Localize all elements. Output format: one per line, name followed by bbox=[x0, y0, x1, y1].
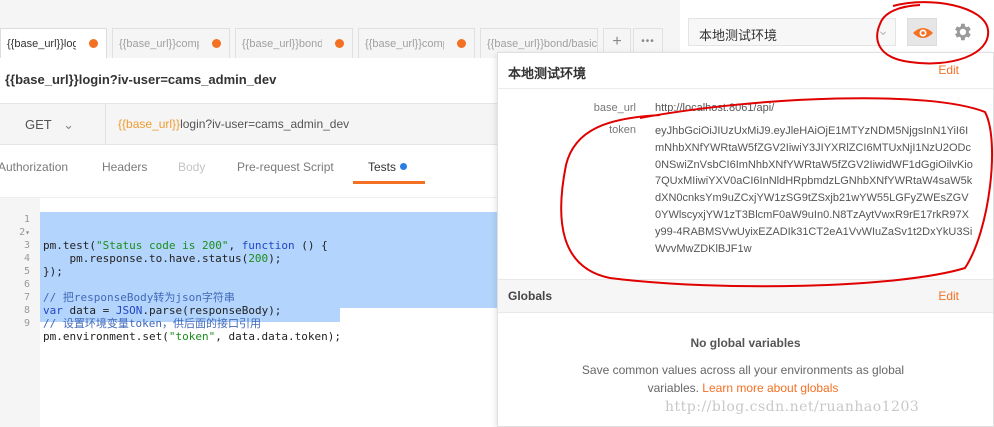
unsaved-dot-icon bbox=[212, 39, 221, 48]
chevron-down-icon: ⌄ bbox=[63, 117, 75, 132]
request-tab-label: {{base_url}}bond/basic bbox=[487, 38, 597, 50]
request-tab-label: {{base_url}}company/detail bbox=[365, 38, 444, 50]
globals-header: Globals Edit bbox=[498, 279, 993, 313]
settings-button[interactable] bbox=[949, 18, 975, 46]
tab-headers[interactable]: Headers bbox=[102, 160, 147, 174]
tests-indicator-dot-icon bbox=[400, 163, 408, 170]
code-line: 7 var data = JSON.parse(responseBody); bbox=[0, 278, 500, 317]
chevron-down-icon: ⌄ bbox=[877, 23, 889, 39]
environment-quick-look-panel: 本地测试环境 Edit base_url http://localhost:80… bbox=[497, 52, 994, 427]
unsaved-dot-icon bbox=[457, 39, 466, 48]
line-number: 9 bbox=[23, 318, 30, 329]
url-path: login?iv-user=cams_admin_dev bbox=[180, 117, 350, 131]
code-line: 6 // 把responseBody转为json字符串 bbox=[0, 265, 500, 304]
request-tab[interactable]: {{base_url}}company/list bbox=[112, 28, 230, 58]
unsaved-dot-icon bbox=[89, 39, 98, 48]
code-line: 5 bbox=[0, 252, 500, 277]
url-bar: GET ⌄ {{base_url}}login?iv-user=cams_adm… bbox=[0, 103, 500, 145]
globals-title: Globals bbox=[508, 289, 553, 303]
request-tab-bar: {{base_url}}login?iv-user=cams_admin_dev… bbox=[0, 0, 680, 58]
code-line: 9 pm.environment.set("token", data.data.… bbox=[0, 304, 500, 343]
environment-quick-look-button[interactable] bbox=[907, 18, 937, 46]
unsaved-dot-icon bbox=[335, 39, 344, 48]
request-name: {{base_url}}login?iv-user=cams_admin_dev bbox=[0, 58, 500, 103]
variable-value: http://localhost:8061/api/ bbox=[655, 102, 775, 114]
tab-tests[interactable]: Tests bbox=[368, 160, 408, 174]
tab-pre-request-script[interactable]: Pre-request Script bbox=[237, 160, 334, 174]
url-variable: {{base_url}} bbox=[118, 117, 181, 131]
request-tab-label: {{base_url}}login?iv-user=cams_admin_dev bbox=[7, 38, 76, 50]
gear-icon bbox=[955, 23, 971, 41]
variable-key: base_url bbox=[593, 102, 636, 114]
edit-environment-link[interactable]: Edit bbox=[938, 63, 959, 77]
request-tab-label: {{base_url}}bond/list bbox=[242, 38, 322, 50]
empty-globals-heading: No global variables bbox=[690, 336, 801, 350]
tests-code-editor[interactable]: 1 2▾ pm.test("Status code is 200", funct… bbox=[0, 197, 500, 427]
tab-body[interactable]: Body bbox=[178, 160, 205, 174]
request-tab[interactable]: {{base_url}}login?iv-user=cams_admin_dev bbox=[0, 28, 107, 58]
code-line: 1 bbox=[0, 200, 500, 225]
active-tab-underline bbox=[353, 181, 425, 184]
empty-globals-description: Save common values across all your envir… bbox=[581, 363, 905, 395]
request-tab-label: {{base_url}}company/list bbox=[119, 38, 199, 50]
environment-select[interactable]: 本地测试环境 ⌄ bbox=[688, 18, 896, 46]
tab-tests-label: Tests bbox=[368, 160, 397, 174]
variable-value: eyJhbGciOiJIUzUxMiJ9.eyJleHAiOjE1MTYzNDM… bbox=[655, 125, 973, 255]
panel-header: 本地测试环境 Edit bbox=[498, 53, 993, 89]
environment-select-value: 本地测试环境 bbox=[699, 29, 778, 44]
watermark: http://blog.csdn.net/ruanhao1203 bbox=[665, 399, 920, 415]
request-tab[interactable]: {{base_url}}bond/list bbox=[235, 28, 353, 58]
code-line: 4 }); bbox=[0, 239, 500, 278]
method-select[interactable]: GET ⌄ bbox=[0, 104, 106, 144]
eye-icon bbox=[913, 28, 933, 38]
variable-key: token bbox=[609, 124, 636, 136]
method-value: GET bbox=[25, 117, 52, 132]
code-line: 2▾ pm.test("Status code is 200", functio… bbox=[0, 213, 500, 252]
learn-more-globals-link[interactable]: Learn more about globals bbox=[702, 381, 838, 395]
url-input[interactable]: {{base_url}}login?iv-user=cams_admin_dev bbox=[118, 117, 349, 131]
request-subtabs: Authorization Headers Body Pre-request S… bbox=[0, 146, 500, 186]
request-tab[interactable]: {{base_url}}company/detail bbox=[358, 28, 475, 58]
edit-globals-link[interactable]: Edit bbox=[938, 289, 959, 303]
code-line: 3 pm.response.to.have.status(200); bbox=[0, 226, 500, 265]
tab-authorization[interactable]: Authorization bbox=[0, 160, 68, 174]
code-line: 8 // 设置环境变量token，供后面的接口引用 bbox=[0, 291, 500, 330]
panel-title: 本地测试环境 bbox=[508, 67, 587, 82]
